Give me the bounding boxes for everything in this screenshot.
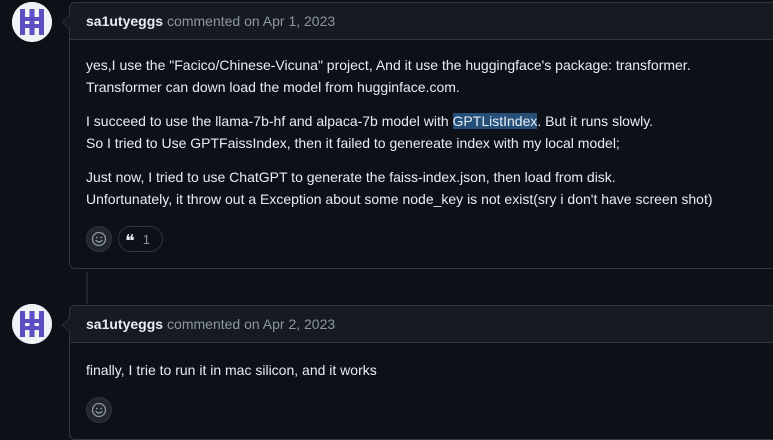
comment-line: yes,I use the "Facico/Chinese-Vicuna" pr…: [86, 57, 691, 73]
comment-line: So I tried to Use GPTFaissIndex, then it…: [86, 135, 620, 151]
comment-line: Transformer can down load the model from…: [86, 79, 460, 95]
comment-body: finally, I trie to run it in mac silicon…: [70, 343, 773, 381]
reactions-bar: [70, 393, 773, 439]
comment-paragraph: I succeed to use the llama-7b-hf and alp…: [86, 110, 773, 154]
comment-line: Just now, I tried to use ChatGPT to gene…: [86, 169, 616, 185]
avatar[interactable]: [12, 304, 52, 344]
comment-timestamp[interactable]: commented on Apr 2, 2023: [167, 316, 335, 332]
author-link[interactable]: sa1utyeggs: [86, 13, 163, 29]
smiley-icon: [91, 402, 107, 418]
comment-line-after: . But it runs slowly.: [537, 113, 654, 129]
comment-body: yes,I use the "Facico/Chinese-Vicuna" pr…: [70, 40, 773, 210]
comment-paragraph: yes,I use the "Facico/Chinese-Vicuna" pr…: [86, 54, 773, 98]
identicon-icon: [12, 2, 52, 42]
add-reaction-button[interactable]: [86, 397, 112, 423]
smiley-icon: [91, 231, 107, 247]
comment-line-before: I succeed to use the llama-7b-hf and alp…: [86, 113, 453, 129]
comment-paragraph: Just now, I tried to use ChatGPT to gene…: [86, 166, 773, 210]
timeline-connector: [86, 272, 88, 304]
selected-text: GPTListIndex: [452, 113, 538, 129]
comment-card: sa1utyeggs commented on Apr 1, 2023 yes,…: [62, 2, 773, 269]
avatar[interactable]: [12, 2, 52, 42]
reactions-bar: ❝ 1: [70, 222, 773, 268]
comment-header: sa1utyeggs commented on Apr 1, 2023: [70, 3, 773, 40]
comment-timestamp[interactable]: commented on Apr 1, 2023: [167, 13, 335, 29]
comment-line: Unfortunately, it throw out a Exception …: [86, 191, 713, 207]
add-reaction-button[interactable]: [86, 226, 112, 252]
reaction-count: 1: [142, 231, 150, 247]
identicon-icon: [12, 304, 52, 344]
author-link[interactable]: sa1utyeggs: [86, 316, 163, 332]
reaction-pill[interactable]: ❝ 1: [118, 226, 163, 252]
comment-paragraph: finally, I trie to run it in mac silicon…: [86, 362, 377, 378]
quote-icon: ❝: [125, 231, 135, 252]
comment-card: sa1utyeggs commented on Apr 2, 2023 fina…: [62, 305, 773, 440]
comment-header: sa1utyeggs commented on Apr 2, 2023: [70, 306, 773, 343]
